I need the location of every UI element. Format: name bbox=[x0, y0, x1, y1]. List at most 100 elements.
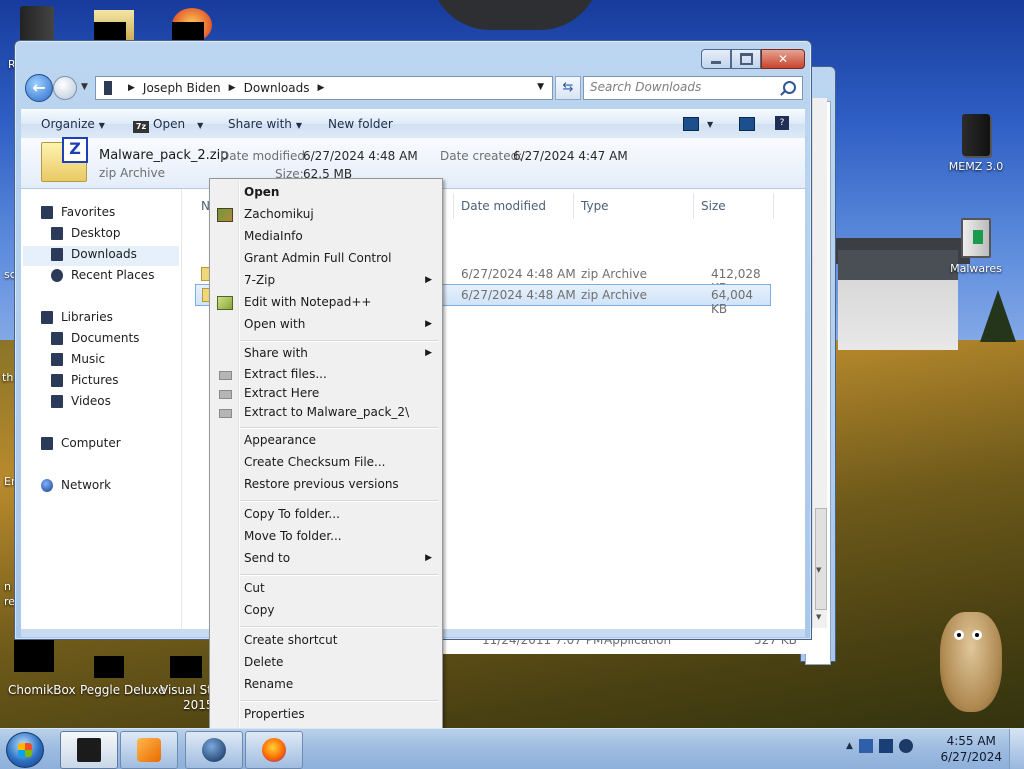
menu-item-appearance[interactable]: Appearance bbox=[244, 433, 316, 447]
maximize-button[interactable] bbox=[731, 49, 761, 69]
menu-item-rename[interactable]: Rename bbox=[244, 677, 293, 691]
show-desktop-button[interactable] bbox=[1009, 729, 1024, 769]
address-bar[interactable]: ▶ Joseph Biden ▶ Downloads ▶ ▼ bbox=[95, 76, 553, 100]
chevron-right-icon[interactable]: ▶ bbox=[317, 83, 324, 93]
nav-documents[interactable]: Documents bbox=[51, 331, 139, 345]
vertical-scrollbar[interactable]: ▼ ▼ bbox=[812, 98, 827, 628]
caption-buttons: ✕ bbox=[701, 49, 805, 69]
wallpaper-house bbox=[838, 250, 958, 350]
scroll-down-arrow-icon[interactable]: ▼ bbox=[816, 613, 821, 621]
help-icon[interactable]: ? bbox=[775, 116, 789, 130]
column-header-type[interactable]: Type bbox=[581, 199, 609, 213]
desktop-icon-malwares[interactable]: Malwares bbox=[944, 218, 1008, 275]
menu-item-7zip[interactable]: 7-Zip bbox=[244, 273, 275, 287]
computer-icon bbox=[77, 738, 101, 762]
menu-item-move-to-folder[interactable]: Move To folder... bbox=[244, 529, 342, 543]
taskbar-button-media-player[interactable] bbox=[120, 731, 178, 769]
menu-item-delete[interactable]: Delete bbox=[244, 655, 283, 669]
view-options-dropdown[interactable]: ▼ bbox=[707, 120, 713, 129]
preview-pane-icon[interactable] bbox=[739, 117, 755, 131]
nav-desktop[interactable]: Desktop bbox=[51, 226, 121, 240]
nav-network[interactable]: Network bbox=[41, 478, 111, 492]
navigation-row: ← ▼ ▶ Joseph Biden ▶ Downloads ▶ ▼ ⇆ Sea… bbox=[23, 74, 803, 102]
menu-item-mediainfo[interactable]: MediaInfo bbox=[244, 229, 303, 243]
search-icon[interactable] bbox=[783, 81, 796, 94]
chevron-down-icon: ▼ bbox=[295, 121, 303, 130]
chevron-right-icon[interactable]: ▶ bbox=[128, 83, 135, 93]
search-input[interactable]: Search Downloads bbox=[590, 80, 701, 94]
nav-computer[interactable]: Computer bbox=[41, 436, 121, 450]
nav-label: Music bbox=[71, 352, 106, 366]
nav-label: Desktop bbox=[71, 226, 121, 240]
nav-videos[interactable]: Videos bbox=[51, 394, 111, 408]
share-with-menu[interactable]: Share with ▼ bbox=[228, 117, 302, 131]
column-separator[interactable] bbox=[573, 193, 574, 219]
menu-item-extract-files[interactable]: Extract files... bbox=[244, 367, 327, 381]
scrollbar-thumb[interactable] bbox=[815, 508, 827, 610]
breadcrumb-joseph-biden[interactable]: Joseph Biden bbox=[143, 81, 221, 95]
archive-icon bbox=[219, 371, 232, 380]
details-date-created-label: Date created: bbox=[440, 149, 523, 163]
new-folder-button[interactable]: New folder bbox=[328, 117, 393, 131]
address-dropdown-icon[interactable]: ▼ bbox=[537, 82, 544, 92]
recent-pages-dropdown[interactable]: ▼ bbox=[81, 82, 88, 92]
breadcrumb-downloads[interactable]: Downloads bbox=[244, 81, 310, 95]
change-view-icon[interactable] bbox=[683, 117, 699, 131]
menu-item-zachomikuj[interactable]: Zachomikuj bbox=[244, 207, 314, 221]
menu-item-copy-to-folder[interactable]: Copy To folder... bbox=[244, 507, 340, 521]
menu-item-extract-here[interactable]: Extract Here bbox=[244, 386, 319, 400]
chevron-down-icon[interactable]: ▼ bbox=[197, 121, 203, 130]
desktop-icon-peggle[interactable]: Peggle Deluxe bbox=[80, 683, 166, 697]
menu-item-grant-admin[interactable]: Grant Admin Full Control bbox=[244, 251, 391, 265]
gopher-desktop-pet[interactable] bbox=[940, 612, 1002, 712]
menu-item-open-with[interactable]: Open with bbox=[244, 317, 305, 331]
nav-label: Computer bbox=[61, 436, 121, 450]
tray-app-icon[interactable] bbox=[858, 739, 873, 753]
back-button[interactable]: ← bbox=[25, 74, 53, 102]
menu-item-open[interactable]: Open bbox=[244, 185, 279, 199]
minimize-button[interactable] bbox=[701, 49, 731, 69]
redaction-block bbox=[94, 22, 126, 42]
taskbar-button-firefox[interactable] bbox=[245, 731, 303, 769]
menu-item-cut[interactable]: Cut bbox=[244, 581, 265, 595]
network-tray-icon[interactable] bbox=[878, 739, 893, 753]
notepad-plus-plus-icon bbox=[217, 296, 233, 310]
forward-button[interactable] bbox=[53, 76, 77, 100]
column-header-date-modified[interactable]: Date modified bbox=[461, 199, 546, 213]
menu-item-share-with[interactable]: Share with bbox=[244, 346, 308, 360]
column-separator[interactable] bbox=[693, 193, 694, 219]
close-button[interactable]: ✕ bbox=[761, 49, 805, 69]
search-box[interactable]: Search Downloads bbox=[583, 76, 803, 100]
column-header-size[interactable]: Size bbox=[701, 199, 726, 213]
menu-item-create-shortcut[interactable]: Create shortcut bbox=[244, 633, 337, 647]
organize-menu[interactable]: Organize ▼ bbox=[41, 117, 105, 131]
nav-favorites[interactable]: Favorites bbox=[41, 205, 115, 219]
nav-downloads[interactable]: Downloads bbox=[51, 247, 137, 261]
volume-tray-icon[interactable] bbox=[898, 739, 913, 753]
nav-music[interactable]: Music bbox=[51, 352, 105, 366]
open-button[interactable]: 7z Open ▼ bbox=[133, 117, 203, 133]
nav-recent-places[interactable]: Recent Places bbox=[51, 268, 154, 282]
menu-item-extract-to[interactable]: Extract to Malware_pack_2\ bbox=[244, 405, 409, 419]
context-menu[interactable]: Open Zachomikuj MediaInfo Grant Admin Fu… bbox=[209, 178, 443, 730]
desktop-icon-memz[interactable]: MEMZ 3.0 bbox=[944, 114, 1008, 173]
menu-item-copy[interactable]: Copy bbox=[244, 603, 274, 617]
windows-start-orb-icon[interactable] bbox=[6, 732, 44, 768]
nav-libraries[interactable]: Libraries bbox=[41, 310, 113, 324]
desktop-icon-chomikbox[interactable]: ChomikBox bbox=[8, 683, 76, 697]
taskbar-button-globe[interactable] bbox=[185, 731, 243, 769]
taskbar-clock[interactable]: 4:55 AM 6/27/2024 bbox=[940, 733, 1002, 765]
refresh-button[interactable]: ⇆ bbox=[555, 76, 581, 100]
menu-item-send-to[interactable]: Send to bbox=[244, 551, 290, 565]
menu-item-restore-versions[interactable]: Restore previous versions bbox=[244, 477, 399, 491]
menu-item-properties[interactable]: Properties bbox=[244, 707, 305, 721]
nav-pictures[interactable]: Pictures bbox=[51, 373, 119, 387]
column-separator[interactable] bbox=[773, 193, 774, 219]
chevron-right-icon[interactable]: ▶ bbox=[229, 83, 236, 93]
menu-item-edit-notepad[interactable]: Edit with Notepad++ bbox=[244, 295, 371, 309]
show-hidden-icons-arrow-icon[interactable]: ▲ bbox=[846, 741, 853, 751]
menu-item-create-checksum[interactable]: Create Checksum File... bbox=[244, 455, 386, 469]
taskbar-button-explorer[interactable] bbox=[60, 731, 118, 769]
scroll-down-arrow-icon[interactable]: ▼ bbox=[816, 566, 821, 574]
column-separator[interactable] bbox=[453, 193, 454, 219]
